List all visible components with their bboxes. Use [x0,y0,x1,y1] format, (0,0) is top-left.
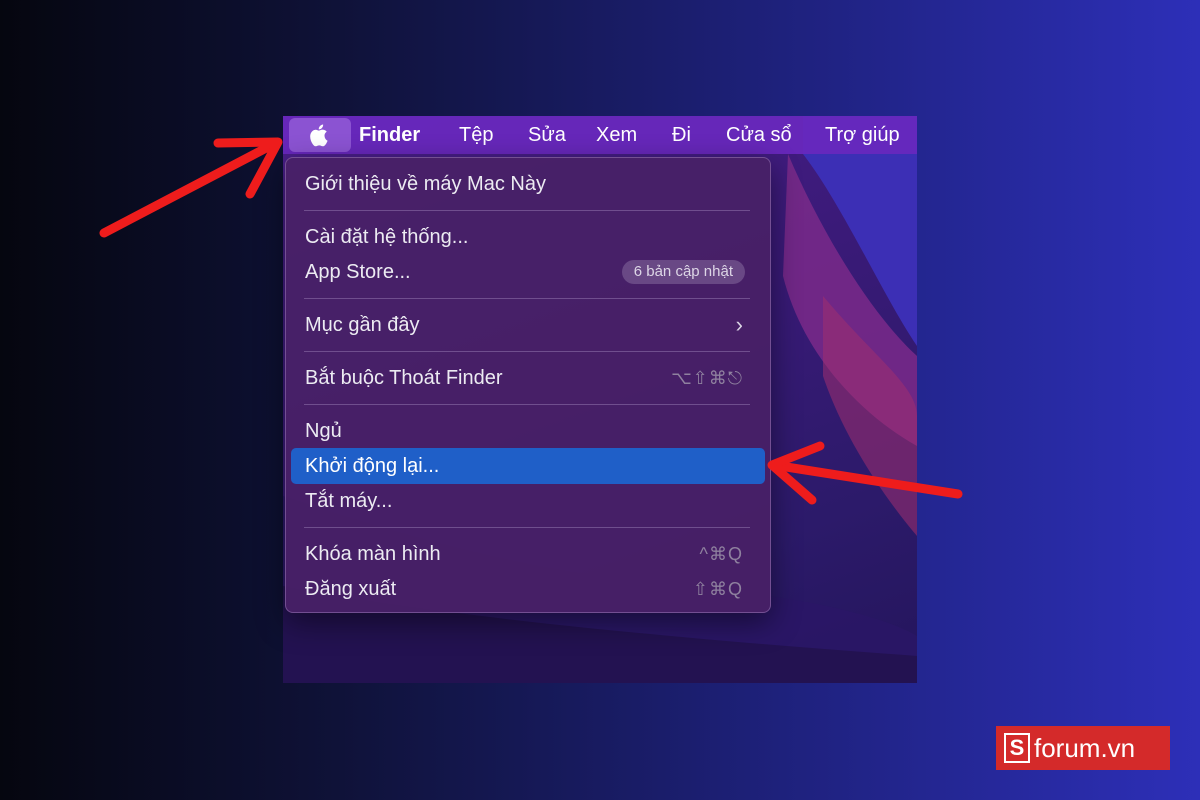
sforum-logo: S forum.vn [996,726,1170,770]
arrow-to-restart-icon [767,441,963,505]
logo-text: forum.vn [1034,732,1136,763]
arrow-to-apple-menu-icon [99,137,283,238]
annotation-arrows [99,137,963,505]
logo-letter: S [1004,733,1030,763]
